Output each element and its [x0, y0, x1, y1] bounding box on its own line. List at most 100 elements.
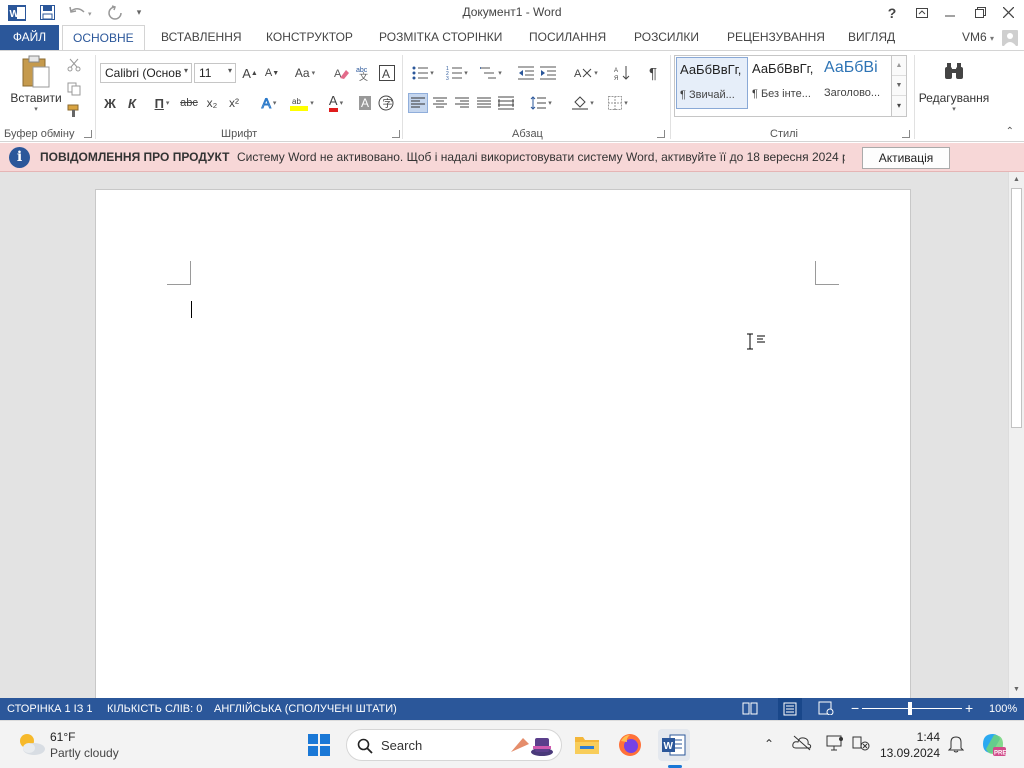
network-icon[interactable]	[852, 735, 870, 754]
clock-time[interactable]: 1:44	[917, 730, 940, 744]
show-hidden-icons-icon[interactable]: ⌃	[764, 737, 774, 751]
avatar[interactable]	[1002, 30, 1018, 46]
paste-button[interactable]: Вставити ▾	[8, 55, 64, 113]
onedrive-offline-icon[interactable]	[792, 735, 812, 754]
document-area[interactable]	[0, 172, 1008, 698]
font-dialog-launcher-icon[interactable]	[392, 130, 400, 138]
asian-layout-button[interactable]: A ▾	[570, 63, 602, 83]
user-account[interactable]: VM6 ▾	[962, 25, 994, 51]
firefox-button[interactable]	[614, 729, 646, 761]
copilot-icon[interactable]: PRE	[980, 731, 1006, 760]
line-spacing-button[interactable]: ▾	[526, 93, 556, 113]
style-heading-1[interactable]: АаБбВі Заголово...	[821, 57, 887, 109]
multilevel-list-button[interactable]: ▾	[476, 63, 506, 83]
document-page[interactable]	[95, 189, 911, 698]
tab-references[interactable]: ПОСИЛАННЯ	[519, 25, 616, 50]
styles-more-icon[interactable]: ▾	[892, 96, 906, 116]
subscript-button[interactable]: x₂	[202, 93, 222, 113]
text-effects-button[interactable]: A ▾	[254, 93, 284, 113]
superscript-button[interactable]: x²	[224, 93, 244, 113]
tab-file[interactable]: ФАЙЛ	[0, 25, 59, 50]
close-button[interactable]	[994, 0, 1022, 25]
file-explorer-button[interactable]	[571, 729, 603, 761]
minimize-button[interactable]	[936, 0, 964, 25]
highlight-button[interactable]: ab ▾	[286, 93, 318, 113]
align-right-button[interactable]	[452, 93, 472, 113]
phonetic-guide-button[interactable]: abc 文	[354, 63, 374, 83]
weather-widget[interactable]	[16, 730, 46, 761]
numbering-button[interactable]: 1 2 3 ▾	[442, 63, 472, 83]
word-count[interactable]: КІЛЬКІСТЬ СЛІВ: 0	[107, 703, 202, 715]
styles-scroll-down-icon[interactable]: ▼	[892, 76, 906, 96]
tab-insert[interactable]: ВСТАВЛЕННЯ	[151, 25, 252, 50]
format-painter-button[interactable]	[64, 101, 84, 121]
taskbar-search[interactable]: Search	[346, 729, 562, 761]
align-left-button[interactable]	[408, 93, 428, 113]
justify-button[interactable]	[474, 93, 494, 113]
read-mode-icon[interactable]	[742, 701, 758, 718]
character-shading-button[interactable]: A	[356, 93, 374, 113]
tab-home[interactable]: ОСНОВНЕ	[62, 25, 145, 51]
enclose-characters-button[interactable]: 字	[376, 93, 396, 113]
font-name-combo[interactable]: Calibri (Основ ▾	[100, 63, 192, 83]
page-count[interactable]: СТОРІНКА 1 ІЗ 1	[7, 703, 93, 715]
underline-button[interactable]: П ▾	[146, 93, 178, 113]
help-button[interactable]: ?	[878, 0, 906, 25]
font-color-button[interactable]: A ▾	[320, 93, 352, 113]
activate-button[interactable]: Активація	[862, 147, 950, 169]
word-taskbar-button[interactable]: W	[658, 729, 690, 761]
zoom-slider-thumb[interactable]	[908, 702, 912, 715]
chevron-down-icon: ▾	[498, 70, 502, 77]
start-button[interactable]	[303, 729, 335, 761]
print-layout-button[interactable]	[778, 698, 802, 720]
tab-page-layout[interactable]: РОЗМІТКА СТОРІНКИ	[369, 25, 512, 50]
change-case-button[interactable]: Aa ▾	[288, 63, 322, 83]
font-size-combo[interactable]: 11 ▾	[194, 63, 236, 83]
style-normal[interactable]: АаБбВвГг, ¶ Звичай...	[676, 57, 748, 109]
vertical-scrollbar[interactable]: ▲ ▼	[1008, 172, 1024, 698]
decrease-indent-button[interactable]	[516, 63, 536, 83]
shading-button[interactable]: ▾	[568, 93, 598, 113]
tab-design[interactable]: КОНСТРУКТОР	[256, 25, 363, 50]
ribbon-display-options-button[interactable]	[908, 0, 936, 25]
tab-mailings[interactable]: РОЗСИЛКИ	[624, 25, 709, 50]
distributed-button[interactable]	[496, 93, 516, 113]
zoom-out-button[interactable]: −	[851, 700, 859, 716]
scrollbar-thumb[interactable]	[1011, 188, 1022, 428]
cut-button[interactable]	[64, 55, 84, 75]
clear-formatting-button[interactable]: A	[332, 63, 352, 83]
collapse-ribbon-icon[interactable]: ⌃	[1006, 126, 1014, 137]
zoom-in-button[interactable]: +	[965, 700, 973, 716]
bullets-button[interactable]: ▾	[408, 63, 438, 83]
scroll-down-icon[interactable]: ▼	[1011, 684, 1022, 696]
display-icon[interactable]	[826, 735, 844, 754]
notifications-bell-icon[interactable]	[947, 735, 965, 756]
zoom-slider-track[interactable]	[862, 708, 962, 709]
language-indicator[interactable]: АНГЛІЙСЬКА (СПОЛУЧЕНІ ШТАТИ)	[214, 703, 397, 715]
strikethrough-button[interactable]: abc	[178, 93, 200, 113]
borders-button[interactable]: ▾	[602, 93, 634, 113]
restore-button[interactable]	[966, 0, 994, 25]
web-layout-icon[interactable]	[818, 701, 834, 718]
style-no-spacing[interactable]: АаБбВвГг, ¶ Без інте...	[749, 57, 821, 109]
increase-indent-button[interactable]	[538, 63, 558, 83]
show-formatting-marks-button[interactable]: ¶	[643, 63, 663, 83]
zoom-level[interactable]: 100%	[989, 703, 1017, 715]
clipboard-dialog-launcher-icon[interactable]	[84, 130, 92, 138]
editing-button[interactable]: Редагування ▾	[918, 55, 990, 119]
paragraph-dialog-launcher-icon[interactable]	[657, 130, 665, 138]
tab-view[interactable]: ВИГЛЯД	[838, 25, 905, 50]
character-border-button[interactable]: A	[377, 63, 397, 83]
tab-review[interactable]: РЕЦЕНЗУВАННЯ	[717, 25, 835, 50]
sort-button[interactable]: AЯ	[612, 63, 632, 83]
shrink-font-button[interactable]: A ▼	[262, 63, 282, 83]
styles-dialog-launcher-icon[interactable]	[902, 130, 910, 138]
grow-font-button[interactable]: A ▲	[240, 63, 260, 83]
align-center-button[interactable]	[430, 93, 450, 113]
clock-date[interactable]: 13.09.2024	[880, 746, 940, 760]
copy-button[interactable]	[64, 79, 84, 99]
bold-button[interactable]: Ж	[100, 93, 120, 113]
italic-button[interactable]: К	[122, 93, 142, 113]
scroll-up-icon[interactable]: ▲	[1011, 174, 1022, 186]
styles-scroll-up-icon[interactable]: ▲	[892, 56, 906, 76]
